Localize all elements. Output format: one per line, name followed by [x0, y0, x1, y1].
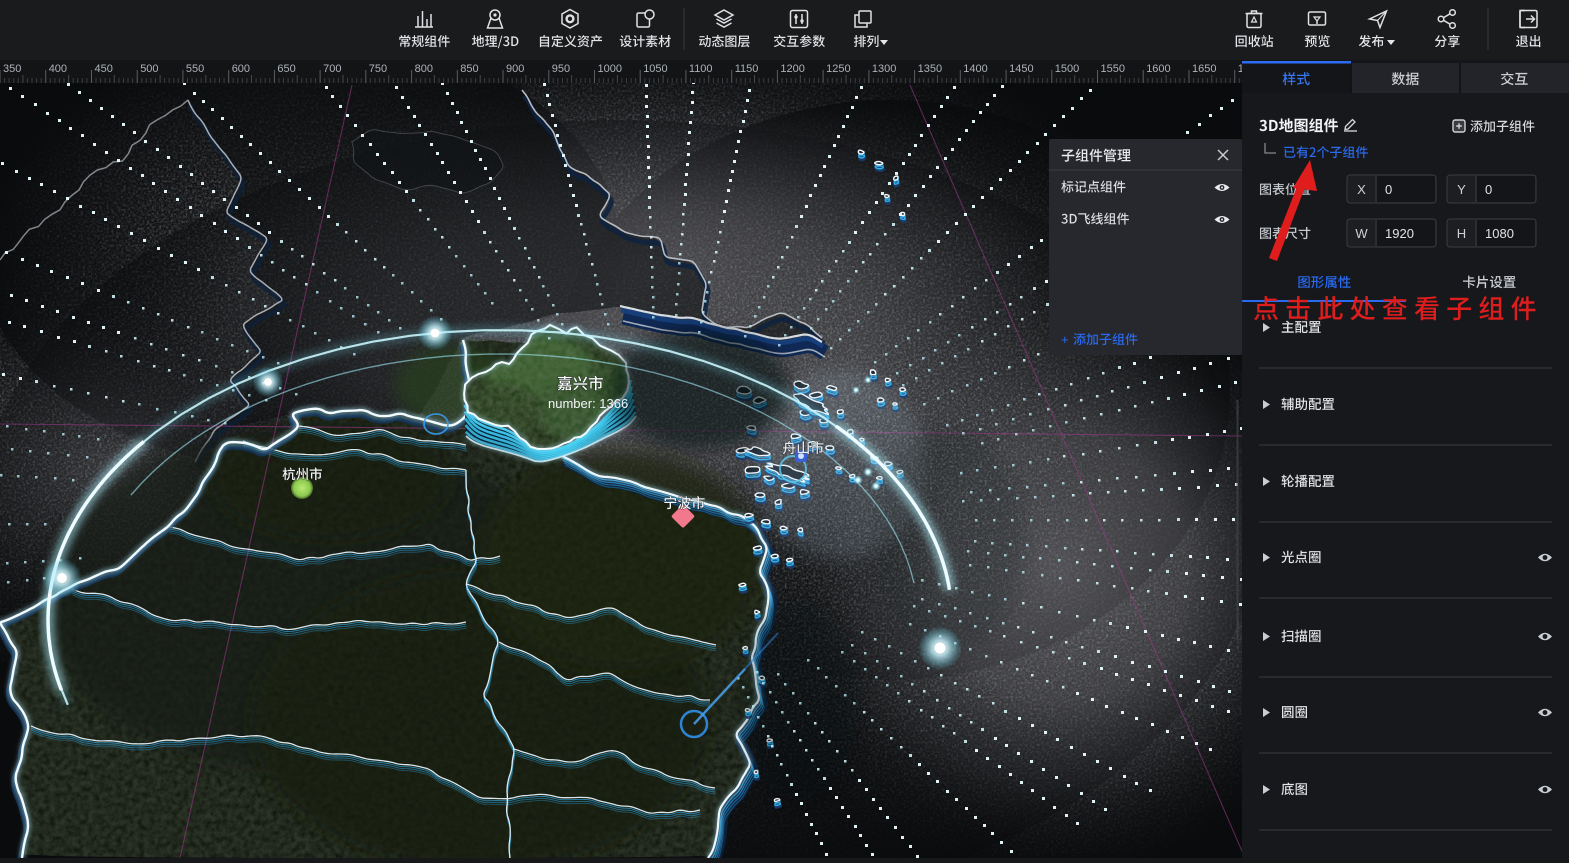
svg-text:number: 1366: number: 1366: [548, 396, 628, 411]
svg-text:400: 400: [49, 63, 67, 75]
svg-text:H: H: [1457, 226, 1466, 241]
svg-text:1150: 1150: [735, 63, 759, 75]
svg-text:1400: 1400: [963, 63, 987, 75]
svg-text:+: +: [1061, 332, 1069, 347]
svg-text:1650: 1650: [1192, 63, 1216, 75]
svg-text:1450: 1450: [1009, 63, 1033, 75]
svg-text:1550: 1550: [1101, 63, 1125, 75]
svg-text:X: X: [1357, 182, 1366, 197]
svg-text:1000: 1000: [598, 63, 622, 75]
svg-text:650: 650: [277, 63, 295, 75]
svg-text:0: 0: [1385, 182, 1392, 197]
svg-text:1200: 1200: [780, 63, 804, 75]
svg-text:750: 750: [369, 63, 387, 75]
svg-text:800: 800: [415, 63, 433, 75]
svg-text:1080: 1080: [1485, 226, 1514, 241]
svg-text:1500: 1500: [1055, 63, 1079, 75]
svg-text:1050: 1050: [643, 63, 667, 75]
svg-text:1350: 1350: [918, 63, 942, 75]
svg-text:600: 600: [232, 63, 250, 75]
svg-text:850: 850: [460, 63, 478, 75]
svg-text:950: 950: [552, 63, 570, 75]
svg-text:500: 500: [140, 63, 158, 75]
svg-text:550: 550: [186, 63, 204, 75]
svg-text:0: 0: [1485, 182, 1492, 197]
svg-text:1250: 1250: [826, 63, 850, 75]
svg-text:W: W: [1355, 226, 1368, 241]
svg-text:1100: 1100: [689, 63, 713, 75]
svg-text:350: 350: [3, 63, 21, 75]
svg-text:700: 700: [323, 63, 341, 75]
svg-text:1300: 1300: [872, 63, 896, 75]
svg-text:1600: 1600: [1146, 63, 1170, 75]
svg-text:900: 900: [506, 63, 524, 75]
svg-text:Y: Y: [1457, 182, 1466, 197]
svg-text:450: 450: [95, 63, 113, 75]
svg-text:1920: 1920: [1385, 226, 1414, 241]
